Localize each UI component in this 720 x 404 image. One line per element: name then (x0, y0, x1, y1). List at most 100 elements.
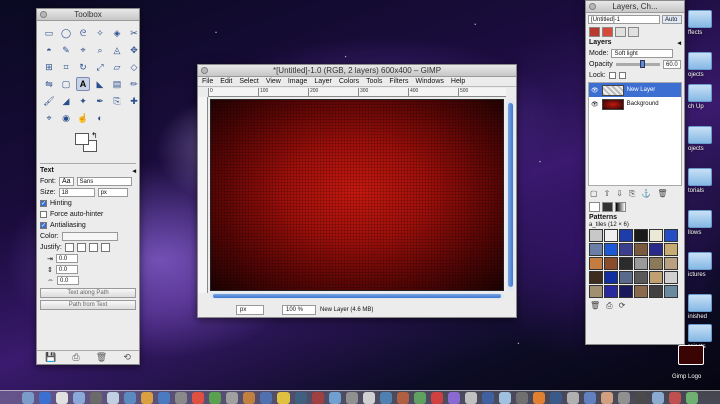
dock-app-icon[interactable] (39, 391, 52, 404)
dock-app-icon[interactable] (567, 391, 580, 404)
pattern-swatch[interactable] (619, 285, 633, 298)
restore-options-icon[interactable]: ⎙ (72, 352, 79, 363)
mode-select[interactable]: Soft light (611, 49, 674, 58)
menu-layer[interactable]: Layer (314, 77, 332, 86)
configure-icon[interactable]: ◂ (132, 167, 136, 175)
shear-icon[interactable]: ▱ (110, 60, 124, 74)
size-field[interactable]: 18 (58, 188, 95, 197)
menu-colors[interactable]: Colors (339, 77, 359, 86)
cage-icon[interactable]: ▢ (59, 77, 73, 91)
desktop-folder-icon[interactable] (688, 52, 712, 70)
pattern-swatch[interactable] (604, 271, 618, 284)
paintbrush-icon[interactable]: 🖌 (42, 94, 56, 108)
scale-icon[interactable]: ⤢ (93, 60, 107, 74)
toolbox-titlebar[interactable]: Toolbox (37, 9, 139, 21)
dock-app-icon[interactable] (362, 391, 375, 404)
dock-app-icon[interactable] (209, 391, 222, 404)
antialiasing-checkbox[interactable]: ✓ (40, 222, 47, 229)
desktop-folder-icon[interactable] (688, 84, 712, 102)
heal-icon[interactable]: ✚ (127, 94, 141, 108)
pattern-swatch[interactable] (589, 271, 603, 284)
eraser-icon[interactable]: ◢ (59, 94, 73, 108)
pattern-swatch[interactable] (589, 229, 603, 242)
clone-icon[interactable]: ⎘ (110, 94, 124, 108)
gimp-logo-file-icon[interactable] (678, 345, 704, 365)
pattern-swatch[interactable] (619, 243, 633, 256)
justify-left-button[interactable] (64, 243, 74, 252)
image-selector[interactable]: [Untitled]-1 (588, 15, 660, 24)
pattern-swatch[interactable] (664, 243, 678, 256)
dock-app-icon[interactable] (56, 391, 69, 404)
delete-layer-icon[interactable]: 🗑 (657, 189, 667, 199)
font-preview-button[interactable]: Aa (58, 177, 74, 186)
pattern-swatch[interactable] (649, 271, 663, 284)
opacity-field[interactable]: 60.0 (663, 60, 681, 69)
crop-icon[interactable]: ⌗ (59, 60, 73, 74)
desktop-folder-icon[interactable] (688, 324, 712, 342)
zoom-icon[interactable]: ⌕ (93, 43, 107, 57)
dodge-icon[interactable]: ◐ (93, 111, 107, 125)
dock-app-icon[interactable] (124, 391, 137, 404)
align-icon[interactable]: ⊞ (42, 60, 56, 74)
foreground-color-swatch[interactable] (75, 133, 89, 145)
pattern-swatch[interactable] (634, 285, 648, 298)
anchor-layer-icon[interactable]: ⚓ (641, 189, 651, 199)
pattern-swatch[interactable] (634, 243, 648, 256)
menu-windows[interactable]: Windows (415, 77, 443, 86)
pattern-swatch[interactable] (604, 257, 618, 270)
ellipse-select-icon[interactable]: ◯ (59, 26, 73, 40)
lock-pixels-checkbox[interactable] (608, 72, 616, 79)
menu-help[interactable]: Help (451, 77, 465, 86)
color-picker-icon[interactable]: ⌖ (76, 43, 90, 57)
dock-app-icon[interactable] (447, 391, 460, 404)
blur-icon[interactable]: ◉ (59, 111, 73, 125)
pattern-swatch[interactable] (649, 229, 663, 242)
airbrush-icon[interactable]: ✦ (76, 94, 90, 108)
justify-center-button[interactable] (88, 243, 98, 252)
font-field[interactable]: Sans (76, 177, 132, 186)
pattern-swatch[interactable] (619, 257, 633, 270)
tab-undo[interactable] (628, 27, 639, 37)
edit-pattern-icon[interactable]: 🗑 (590, 301, 600, 311)
dock-app-icon[interactable] (652, 391, 665, 404)
dock-app-icon[interactable] (73, 391, 86, 404)
tab-channels[interactable] (602, 27, 613, 37)
pattern-swatch[interactable] (634, 271, 648, 284)
menu-filters[interactable]: Filters (389, 77, 408, 86)
menu-image[interactable]: Image (288, 77, 307, 86)
visibility-eye-icon[interactable]: 👁 (591, 87, 599, 94)
foreground-select-icon[interactable]: ◓ (42, 43, 56, 57)
desktop-folder-icon[interactable] (688, 294, 712, 312)
size-unit-select[interactable]: px (97, 188, 128, 197)
dock-app-icon[interactable] (277, 391, 290, 404)
text-color-button[interactable] (61, 232, 118, 241)
rotate-icon[interactable]: ↻ (76, 60, 90, 74)
image-canvas[interactable] (210, 99, 504, 291)
paths-icon[interactable]: ✎ (59, 43, 73, 57)
flip-icon[interactable]: ⇋ (42, 77, 56, 91)
horizontal-scrollbar[interactable] (210, 293, 504, 299)
reset-options-icon[interactable]: ⟲ (123, 352, 131, 363)
pattern-swatch[interactable] (664, 229, 678, 242)
save-options-icon[interactable]: 💾 (45, 352, 56, 363)
pattern-swatch[interactable] (664, 257, 678, 270)
lower-layer-icon[interactable]: ⇩ (616, 189, 623, 199)
desktop-folder-icon[interactable] (688, 168, 712, 186)
menu-tools[interactable]: Tools (366, 77, 382, 86)
open-pattern-icon[interactable]: ⎙ (606, 301, 612, 311)
tab-gradients[interactable] (615, 202, 626, 212)
color-select-icon[interactable]: ◈ (110, 26, 124, 40)
new-layer-icon[interactable]: ▢ (590, 189, 598, 199)
lasso-icon[interactable]: ᘓ (76, 26, 90, 40)
auto-button[interactable]: Auto (662, 15, 682, 24)
text-icon[interactable]: A (76, 77, 90, 91)
text-along-path-button[interactable]: Text along Path (40, 288, 136, 298)
dock-app-icon[interactable] (90, 391, 103, 404)
tab-brushes[interactable] (589, 202, 600, 212)
visibility-eye-icon[interactable]: 👁 (591, 101, 599, 108)
pattern-swatch[interactable] (589, 243, 603, 256)
raise-layer-icon[interactable]: ⇧ (604, 189, 611, 199)
dock-app-icon[interactable] (192, 391, 205, 404)
desktop-folder-icon[interactable] (688, 210, 712, 228)
pattern-swatch[interactable] (604, 243, 618, 256)
